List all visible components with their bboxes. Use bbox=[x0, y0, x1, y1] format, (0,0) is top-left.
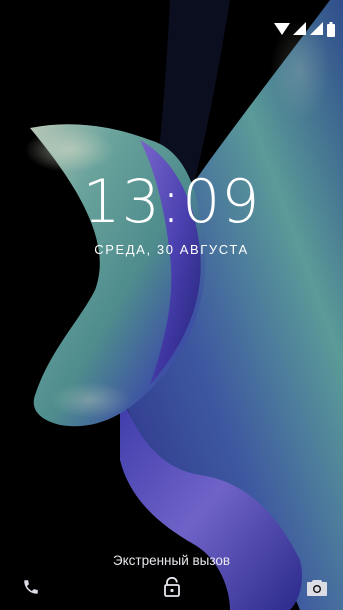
lock-icon bbox=[164, 576, 180, 597]
camera-button[interactable] bbox=[307, 579, 327, 600]
phone-icon bbox=[24, 580, 38, 594]
wifi-icon bbox=[274, 23, 290, 35]
battery-icon bbox=[327, 21, 335, 37]
unlock-button[interactable] bbox=[164, 576, 180, 601]
clock-date: СРЕДА, 30 АВГУСТА bbox=[94, 242, 249, 257]
camera-icon bbox=[307, 580, 327, 596]
signal-icon bbox=[293, 22, 306, 35]
wallpaper bbox=[0, 0, 343, 610]
phone-button[interactable] bbox=[22, 578, 40, 600]
emergency-call-button[interactable]: Экстренный вызов bbox=[0, 553, 343, 568]
status-bar bbox=[274, 20, 335, 38]
signal-icon-2 bbox=[310, 22, 323, 35]
lock-screen: 13:09 СРЕДА, 30 АВГУСТА Экстренный вызов bbox=[0, 0, 343, 610]
clock-time: 13:09 bbox=[82, 167, 261, 237]
